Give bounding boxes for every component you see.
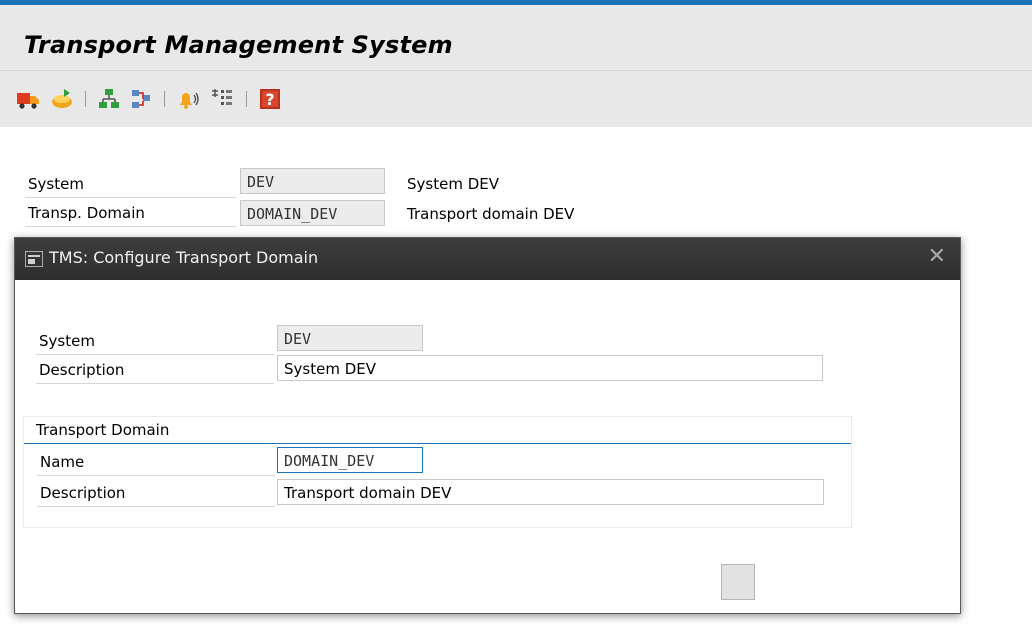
alert-bell-icon[interactable]	[176, 87, 200, 111]
toolbar: ?	[0, 70, 1032, 127]
hierarchy-icon[interactable]	[97, 87, 121, 111]
dialog-description-label: Description	[36, 357, 274, 384]
list-icon[interactable]	[210, 87, 234, 111]
dialog-title: TMS: Configure Transport Domain	[49, 248, 319, 267]
domain-description-label: Description	[37, 480, 275, 507]
configure-domain-dialog: TMS: Configure Transport Domain ✕ System…	[14, 237, 961, 614]
domain-description-input[interactable]: Transport domain DEV	[277, 479, 824, 505]
domain-field: DOMAIN_DEV	[240, 200, 385, 226]
title-bar: Transport Management System	[0, 5, 1032, 70]
transport-open-icon[interactable]	[50, 87, 74, 111]
dialog-header[interactable]: TMS: Configure Transport Domain ✕	[15, 238, 960, 280]
domain-description: Transport domain DEV	[407, 205, 575, 223]
help-icon[interactable]: ?	[258, 87, 282, 111]
group-title: Transport Domain	[24, 417, 851, 444]
system-label: System	[25, 171, 236, 198]
close-icon[interactable]: ✕	[928, 244, 946, 269]
svg-text:?: ?	[265, 90, 274, 109]
domain-name-label: Name	[37, 449, 275, 476]
page-title: Transport Management System	[24, 31, 453, 59]
dialog-menu-icon[interactable]	[25, 251, 43, 267]
system-description: System DEV	[407, 175, 499, 193]
domain-name-input[interactable]: DOMAIN_DEV	[277, 447, 423, 473]
transport-domain-group: Transport Domain Name DOMAIN_DEV Descrip…	[23, 416, 852, 528]
dialog-system-field: DEV	[277, 325, 423, 351]
toolbar-separator	[164, 91, 165, 107]
toolbar-separator	[85, 91, 86, 107]
dialog-description-input[interactable]: System DEV	[277, 355, 823, 381]
domain-label: Transp. Domain	[25, 200, 236, 227]
dialog-system-label: System	[36, 328, 274, 355]
network-icon[interactable]	[129, 87, 153, 111]
toolbar-separator	[246, 91, 247, 107]
system-field: DEV	[240, 168, 385, 194]
truck-icon[interactable]	[16, 87, 40, 111]
confirm-button[interactable]	[721, 564, 755, 600]
